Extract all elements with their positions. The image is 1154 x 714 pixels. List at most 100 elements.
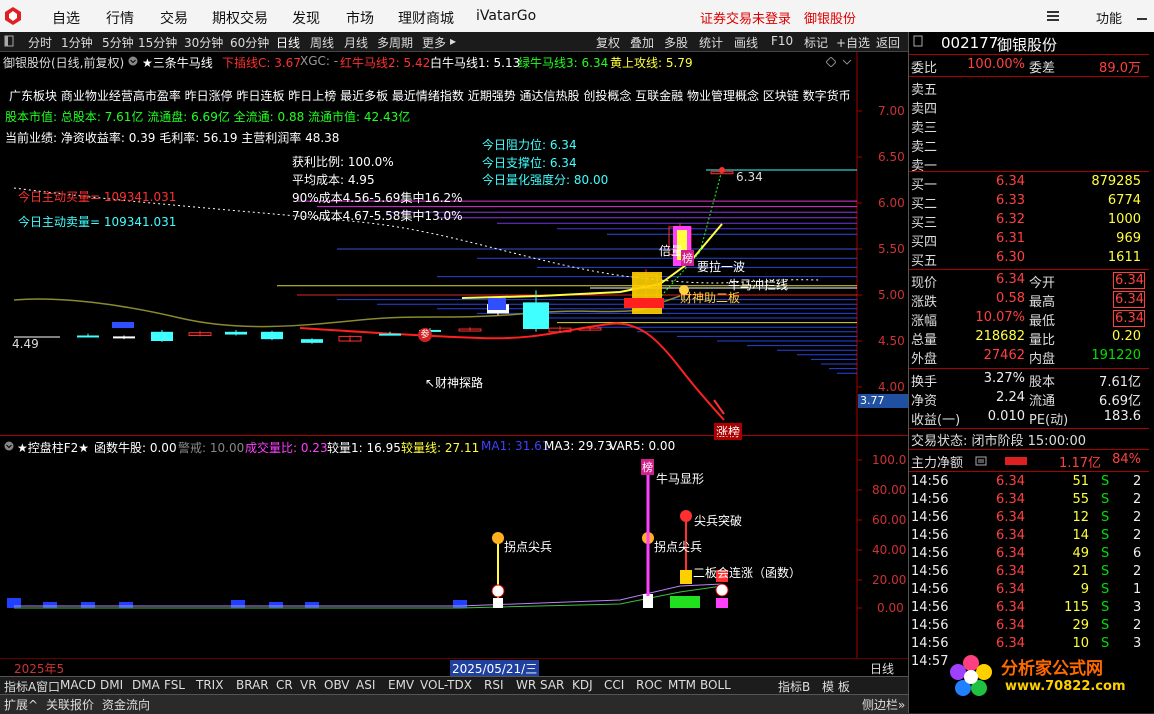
menu-icon[interactable] [975, 455, 987, 466]
menu-item-wealth-mall[interactable]: 理财商城 [398, 8, 454, 28]
menu-item-options[interactable]: 期权交易 [212, 8, 268, 28]
main-chart-panel[interactable]: 御银股份(日线,前复权) ★三条牛马线 下插线C: 3.67 XGC: - 红牛… [0, 52, 908, 440]
indicator-tab[interactable]: BRAR [236, 678, 269, 692]
tick-price: 6.34 [996, 510, 1025, 525]
toolbar-multi-stock[interactable]: 多股 [664, 34, 688, 51]
indicator-tab[interactable]: VOL-TDX [420, 678, 472, 692]
menu-item-discover[interactable]: 发现 [292, 8, 320, 28]
toolbar-adjust[interactable]: 复权 [596, 34, 620, 51]
menu-item-trade[interactable]: 交易 [160, 8, 188, 28]
period-daily[interactable]: 日线 [276, 34, 300, 51]
expand-icon[interactable] [842, 56, 852, 66]
indicator-tab[interactable]: VR [300, 678, 317, 692]
period-timeshare[interactable]: 分时 [28, 34, 52, 51]
tick-count: 2 [1133, 492, 1142, 507]
toolbar-f10[interactable]: F10 [771, 34, 793, 48]
main-net-pct: 84% [1112, 452, 1141, 467]
tick-price: 6.34 [996, 546, 1025, 561]
indicator-tab[interactable]: 窗口 [36, 678, 60, 695]
chip-avg-cost: 平均成本: 4.95 [292, 173, 375, 187]
period-multi[interactable]: 多周期 [377, 34, 413, 51]
menu-item-watchlist[interactable]: 自选 [52, 8, 80, 28]
dropdown-icon[interactable] [128, 55, 138, 66]
period-1min[interactable]: 1分钟 [61, 34, 93, 51]
toolbar-stats[interactable]: 统计 [699, 34, 723, 51]
tick-volume: 115 [1064, 600, 1089, 615]
stat-label: 内盘 [1029, 352, 1056, 367]
stat-label: 最高 [1029, 295, 1056, 310]
indicator-name[interactable]: ★三条牛马线 [142, 54, 213, 71]
sub-tick: 40.00 [872, 543, 907, 557]
toolbar-mark[interactable]: 标记 [804, 34, 828, 51]
period-15min[interactable]: 15分钟 [138, 34, 177, 51]
expand-button[interactable]: 扩展^ [4, 696, 38, 713]
sub-indicator-title[interactable]: ★控盘柱F2★ [17, 439, 89, 456]
sub-blue-bar [43, 602, 57, 608]
menu-item-ivatargo[interactable]: iVatarGo [476, 8, 536, 24]
indicator-tab[interactable]: OBV [324, 678, 350, 692]
indicator-tab[interactable]: CR [276, 678, 293, 692]
related-quote-button[interactable]: 关联报价 [46, 696, 94, 713]
indicator-tab[interactable]: MTM [668, 678, 696, 692]
menu-item-quotes[interactable]: 行情 [106, 8, 134, 28]
stat-value: 191220 [1091, 348, 1141, 363]
period-weekly[interactable]: 周线 [310, 34, 334, 51]
ask-row[interactable]: 卖四 [909, 98, 1149, 117]
indicator-tab[interactable]: BOLL [700, 678, 731, 692]
indicator-tab[interactable]: CCI [604, 678, 624, 692]
sub-indicator-chart[interactable] [0, 436, 908, 658]
period-60min[interactable]: 60分钟 [230, 34, 269, 51]
minimize-icon[interactable] [1136, 10, 1148, 22]
indicator-tab[interactable]: 指标A [4, 678, 36, 695]
bid-row[interactable]: 买五 6.30 1611 [909, 250, 1149, 269]
indicator-tab[interactable]: ROC [636, 678, 662, 692]
indicator-tab[interactable]: DMI [100, 678, 123, 692]
stock-name-link[interactable]: 御银股份 [804, 8, 856, 27]
stat-value: 27462 [983, 348, 1025, 363]
indicator-tab[interactable]: ASI [356, 678, 375, 692]
toolbar-overlay[interactable]: 叠加 [630, 34, 654, 51]
trade-login-status[interactable]: 证券交易未登录 [700, 8, 791, 27]
period-30min[interactable]: 30分钟 [184, 34, 223, 51]
indicator-tab[interactable]: FSL [164, 678, 185, 692]
indicator-tab[interactable]: DMA [132, 678, 160, 692]
collapse-panel-icon[interactable] [913, 35, 923, 47]
template-tab[interactable]: 模 板 [822, 678, 850, 695]
period-more[interactable]: 更多 [422, 34, 446, 51]
function-menu[interactable]: 功能 [1096, 8, 1122, 27]
fund-flow-button[interactable]: 资金流向 [102, 696, 150, 713]
collapse-panel-icon[interactable] [4, 35, 14, 47]
toolbar-draw[interactable]: 画线 [734, 34, 758, 51]
period-label[interactable]: 日线 [858, 660, 906, 677]
indicator-tab[interactable]: SAR [540, 678, 564, 692]
bid-row[interactable]: 买一 6.34 879285 [909, 174, 1149, 193]
indicator-tab[interactable]: EMV [388, 678, 414, 692]
toolbar-add-watch[interactable]: +自选 [836, 34, 870, 51]
indicator-b-tab[interactable]: 指标B [778, 678, 810, 695]
inflection-label-2: 拐点尖兵 [654, 540, 703, 554]
tick-side: S [1101, 528, 1110, 543]
toolbar-back[interactable]: 返回 [876, 34, 900, 51]
ask-row[interactable]: 卖三 [909, 117, 1149, 136]
more-arrow-icon[interactable]: ▸ [450, 34, 456, 48]
bid-row[interactable]: 买四 6.31 969 [909, 231, 1149, 250]
period-monthly[interactable]: 月线 [344, 34, 368, 51]
bid-row[interactable]: 买二 6.33 6774 [909, 193, 1149, 212]
menu-item-market[interactable]: 市场 [346, 8, 374, 28]
indicator-tab[interactable]: KDJ [572, 678, 593, 692]
period-5min[interactable]: 5分钟 [102, 34, 134, 51]
indicator-tab[interactable]: TRIX [196, 678, 223, 692]
sub-indicator-panel[interactable]: ★控盘柱F2★ 函数牛股: 0.00 警戒: 10.00 成交量比: 0.23 … [0, 436, 908, 658]
settings-diamond-icon[interactable] [825, 56, 837, 68]
indicator-tab[interactable]: RSI [484, 678, 504, 692]
indicator-tab[interactable]: WR [516, 678, 536, 692]
bid-row[interactable]: 买三 6.32 1000 [909, 212, 1149, 231]
sidebar-toggle[interactable]: 侧边栏» [862, 696, 905, 713]
ask-row[interactable]: 卖二 [909, 136, 1149, 155]
dropdown-icon[interactable] [4, 440, 14, 451]
stat-label: 今开 [1029, 276, 1056, 291]
menu-list-icon[interactable] [1046, 9, 1060, 23]
indicator-tab[interactable]: MACD [60, 678, 96, 692]
ask-row[interactable]: 卖五 [909, 79, 1149, 98]
ind-value-xgc: XGC: - [300, 54, 339, 68]
